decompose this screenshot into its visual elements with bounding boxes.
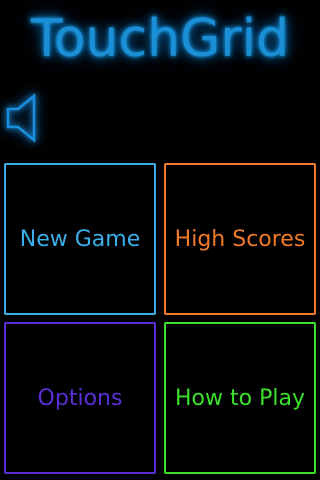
sound-toggle-button[interactable] [4,92,60,148]
options-button[interactable]: Options [4,322,156,474]
high-scores-button[interactable]: High Scores [164,163,316,315]
how-to-play-label: How to Play [175,385,305,411]
new-game-button[interactable]: New Game [4,163,156,315]
new-game-label: New Game [19,226,141,252]
speaker-icon [6,93,36,143]
options-label: Options [37,385,123,411]
app-title: TouchGrid [30,9,290,69]
high-scores-label: High Scores [174,226,306,252]
how-to-play-button[interactable]: How to Play [164,322,316,474]
